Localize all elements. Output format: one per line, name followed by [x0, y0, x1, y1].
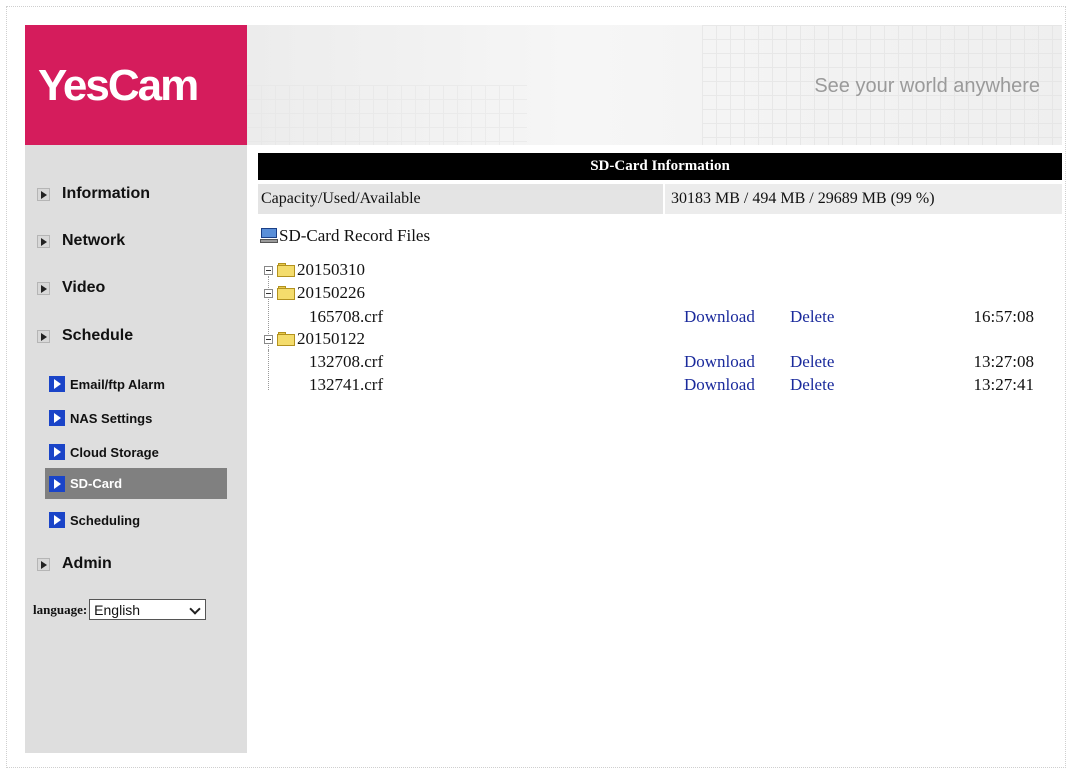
arrow-right-icon	[37, 187, 50, 201]
sidebar-subitem-label: SD-Card	[70, 476, 123, 491]
arrow-right-icon	[37, 281, 50, 295]
sidebar-subitem-label: Cloud Storage	[70, 444, 159, 460]
sidebar-subitem-nas-settings[interactable]: NAS Settings	[45, 404, 227, 432]
arrow-right-icon	[37, 557, 50, 571]
arrow-right-icon	[49, 512, 65, 528]
capacity-label: Capacity/Used/Available	[258, 184, 663, 214]
sidebar-subitem-cloud-storage[interactable]: Cloud Storage	[45, 438, 227, 466]
sidebar-subitem-label: NAS Settings	[70, 410, 153, 426]
file-time: 16:57:08	[973, 307, 1034, 326]
collapse-icon[interactable]	[264, 288, 273, 298]
arrow-right-icon	[49, 475, 65, 492]
folder-item[interactable]: 20150122	[264, 328, 365, 350]
sidebar: Information Network Video Schedule Email…	[25, 145, 247, 753]
record-files-title: SD-Card Record Files	[279, 226, 431, 245]
download-link[interactable]: Download	[684, 374, 755, 396]
arrow-right-icon	[49, 376, 65, 392]
file-row: 132708.crf Download Delete 13:27:08	[258, 351, 1062, 373]
collapse-icon[interactable]	[264, 265, 273, 275]
folder-item[interactable]: 20150226	[264, 282, 365, 304]
language-selected-value: English	[94, 601, 141, 618]
arrow-right-icon	[37, 329, 50, 343]
chevron-down-icon	[190, 605, 199, 614]
collapse-icon[interactable]	[264, 334, 273, 344]
file-row: 132741.crf Download Delete 13:27:41	[258, 374, 1062, 396]
logo-text: YesCam	[38, 61, 199, 110]
sidebar-subitem-sd-card[interactable]: SD-Card	[45, 468, 227, 499]
sidebar-item-information[interactable]: Information	[37, 183, 150, 205]
sidebar-subitem-email-ftp-alarm[interactable]: Email/ftp Alarm	[45, 370, 227, 398]
file-time: 13:27:08	[973, 352, 1034, 371]
sidebar-item-video[interactable]: Video	[37, 277, 105, 299]
logo: YesCam	[25, 25, 247, 145]
section-title: SD-Card Information	[258, 153, 1062, 180]
download-link[interactable]: Download	[684, 351, 755, 373]
language-label: language:	[33, 601, 88, 617]
sidebar-subitem-label: Email/ftp Alarm	[70, 376, 165, 392]
banner-pattern-left	[247, 85, 527, 145]
language-row: language: English	[33, 599, 207, 620]
file-time: 13:27:41	[973, 375, 1034, 394]
computer-icon	[260, 228, 278, 244]
sidebar-item-label: Network	[62, 232, 126, 249]
file-name: 132708.crf	[309, 352, 384, 371]
sidebar-item-admin[interactable]: Admin	[37, 553, 112, 575]
folder-name: 20150226	[297, 283, 365, 302]
sidebar-item-network[interactable]: Network	[37, 230, 125, 252]
tagline: See your world anywhere	[814, 75, 1040, 97]
folder-icon	[277, 263, 295, 277]
folder-icon	[277, 332, 295, 346]
header-banner: See your world anywhere	[247, 25, 1062, 145]
file-name: 165708.crf	[309, 307, 384, 326]
folder-name: 20150122	[297, 329, 365, 348]
sidebar-item-label: Admin	[62, 555, 112, 572]
capacity-value: 30183 MB / 494 MB / 29689 MB (99 %)	[665, 184, 1062, 214]
folder-item[interactable]: 20150310	[264, 259, 365, 281]
sidebar-item-label: Information	[62, 185, 150, 202]
download-link[interactable]: Download	[684, 306, 755, 328]
sidebar-item-label: Schedule	[62, 327, 134, 344]
delete-link[interactable]: Delete	[790, 351, 834, 373]
sidebar-subitem-label: Scheduling	[70, 512, 141, 528]
folder-name: 20150310	[297, 260, 365, 279]
capacity-row: Capacity/Used/Available 30183 MB / 494 M…	[258, 184, 1062, 214]
delete-link[interactable]: Delete	[790, 374, 834, 396]
file-row: 165708.crf Download Delete 16:57:08	[258, 306, 1062, 328]
arrow-right-icon	[49, 410, 65, 426]
record-files-heading: SD-Card Record Files	[260, 225, 430, 247]
arrow-right-icon	[49, 444, 65, 460]
sidebar-item-label: Video	[62, 279, 106, 296]
sidebar-item-schedule[interactable]: Schedule	[37, 325, 133, 347]
folder-icon	[277, 286, 295, 300]
arrow-right-icon	[37, 234, 50, 248]
delete-link[interactable]: Delete	[790, 306, 834, 328]
language-select[interactable]: English	[89, 599, 207, 620]
sidebar-subitem-scheduling[interactable]: Scheduling	[45, 506, 227, 534]
file-name: 132741.crf	[309, 375, 384, 394]
